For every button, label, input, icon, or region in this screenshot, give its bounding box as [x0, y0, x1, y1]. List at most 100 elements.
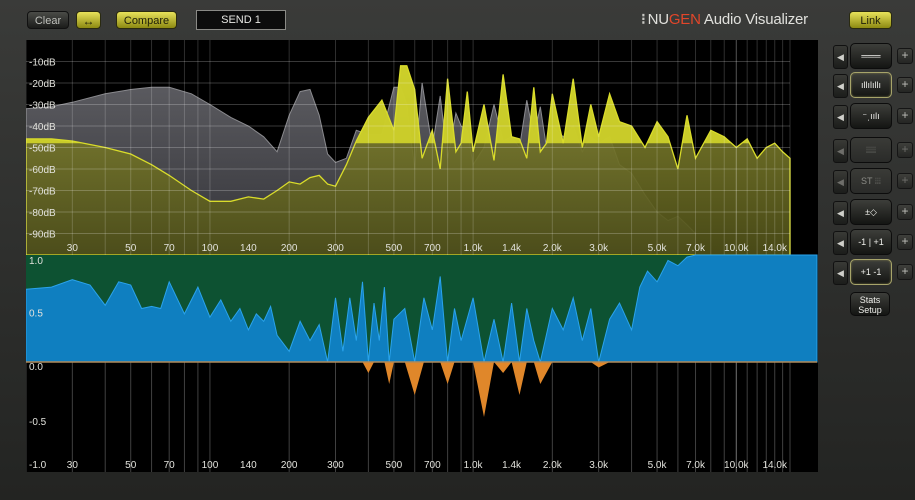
correlation-y-tick-label: 0.5 — [29, 309, 43, 320]
spectrum-y-tick-label: -80dB — [29, 208, 56, 219]
spectrum-x-tick-label: 50 — [125, 243, 137, 254]
stats-label: Stats — [859, 295, 881, 305]
correlation-x-tick-label: 3.0k — [589, 460, 609, 471]
app-logo: ⁝ NUGEN Audio Visualizer — [641, 10, 808, 28]
sidebar-row-vectorscope-mode: ◀ ±◇ + — [833, 199, 913, 225]
correlation-x-tick-label: 70 — [164, 460, 176, 471]
plus-icon[interactable]: + — [897, 204, 913, 220]
stereo-spectrogram-mode-button[interactable]: ST ⦙⦙⦙ — [850, 168, 892, 194]
swap-button[interactable]: ↔ — [76, 11, 101, 29]
correlation-x-tick-label: 1.0k — [464, 460, 484, 471]
correlation-x-tick-label: 2.0k — [543, 460, 563, 471]
diamond-icon: ±◇ — [865, 207, 877, 217]
level-bars-icon: ═══ — [861, 51, 881, 61]
spectrum-x-tick-label: 140 — [240, 243, 257, 254]
phase-spectrum-mode-button[interactable]: ⁻ˌıılı — [850, 103, 892, 129]
plus-icon[interactable]: + — [897, 234, 913, 250]
spectrum-x-tick-label: 300 — [327, 243, 344, 254]
sidebar-row-correlation-mode: ◀ -1 | +1 + — [833, 229, 913, 255]
logo-dots-icon: ⁝ — [641, 11, 646, 28]
spectrum-y-tick-label: -20dB — [29, 79, 56, 90]
spectrum-x-tick-label: 1.0k — [464, 243, 484, 254]
correlation-y-tick-label: 0.0 — [29, 362, 43, 373]
visualizer-display: -10dB -20dB -30dB -40dB -50dB -60dB -70dB -80dB… — [26, 40, 818, 472]
spectrum-y-tick-label: -70dB — [29, 187, 56, 198]
arrow-left-icon[interactable]: ◀ — [833, 139, 848, 163]
spectrum-correlation-chart: -10dB -20dB -30dB -40dB -50dB -60dB -70dB -80dB… — [26, 40, 818, 472]
spectrum-mode-button[interactable]: ıllılıllı — [850, 72, 892, 98]
correlation-x-tick-label: 10.0k — [724, 460, 749, 471]
plus-icon[interactable]: + — [897, 48, 913, 64]
sidebar-row-stereo-spectrogram-mode: ◀ ST ⦙⦙⦙ + — [833, 168, 913, 194]
arrow-left-icon[interactable]: ◀ — [833, 201, 848, 225]
plus-icon[interactable]: + — [897, 142, 913, 158]
sidebar-row-phase-spectrum-mode: ◀ ⁻ˌıılı + — [833, 103, 913, 129]
arrow-left-icon[interactable]: ◀ — [833, 45, 848, 69]
spectrum-x-tick-label: 100 — [202, 243, 219, 254]
clear-button[interactable]: Clear — [27, 11, 69, 29]
spectrum-x-tick-label: 7.0k — [686, 243, 706, 254]
correlation-y-tick-label: -1.0 — [29, 460, 47, 471]
sidebar-row-correlation-spectrum-mode: ◀ +1 -1 + — [833, 259, 913, 285]
spectrum-x-tick-label: 14.0k — [763, 243, 788, 254]
sidebar-row-levels-mode: ◀ ═══ + — [833, 43, 913, 69]
correlation-x-tick-label: 500 — [386, 460, 403, 471]
arrow-left-icon[interactable]: ◀ — [833, 74, 848, 98]
correlation-spectrum-icon: +1 -1 — [860, 267, 882, 277]
bipolar-spectrum-icon: ⁻ˌıılı — [862, 111, 880, 121]
swap-arrows-icon: ↔ — [82, 14, 95, 28]
correlation-x-tick-label: 50 — [125, 460, 137, 471]
correlation-x-tick-label: 1.4k — [502, 460, 522, 471]
spectrum-y-tick-label: -40dB — [29, 122, 56, 133]
spectrogram-icon: ⦙⦙⦙⦙⦙ — [865, 145, 877, 155]
setup-label: Setup — [858, 305, 882, 315]
correlation-y-tick-label: 1.0 — [29, 256, 43, 267]
plus-icon[interactable]: + — [897, 108, 913, 124]
spectrum-y-tick-label: -10dB — [29, 58, 56, 69]
correlation-x-tick-label: 14.0k — [763, 460, 788, 471]
channel-display[interactable]: SEND 1 — [196, 10, 286, 30]
spectrum-y-tick-label: -30dB — [29, 101, 56, 112]
correlation-x-tick-label: 100 — [202, 460, 219, 471]
levels-mode-button[interactable]: ═══ — [850, 43, 892, 69]
plus-icon[interactable]: + — [897, 173, 913, 189]
arrow-left-icon[interactable]: ◀ — [833, 231, 848, 255]
spectrum-x-tick-label: 30 — [67, 243, 79, 254]
spectrum-x-tick-label: 700 — [424, 243, 441, 254]
correlation-x-tick-label: 7.0k — [686, 460, 706, 471]
stats-setup-button[interactable]: Stats Setup — [850, 292, 890, 316]
correlation-meter-icon: -1 | +1 — [858, 237, 884, 247]
correlation-x-tick-label: 5.0k — [648, 460, 668, 471]
spectrum-x-tick-label: 70 — [164, 243, 176, 254]
sidebar-row-spectrum-mode: ◀ ıllılıllı + — [833, 72, 913, 98]
logo-accent: GEN — [668, 11, 701, 28]
logo-suffix: Audio Visualizer — [700, 11, 808, 28]
link-button[interactable]: Link — [849, 11, 892, 29]
arrow-left-icon[interactable]: ◀ — [833, 105, 848, 129]
correlation-x-tick-label: 140 — [240, 460, 257, 471]
spectrogram-mode-button[interactable]: ⦙⦙⦙⦙⦙ — [850, 137, 892, 163]
correlation-x-tick-label: 200 — [281, 460, 298, 471]
compare-button[interactable]: Compare — [116, 11, 177, 29]
correlation-mode-button[interactable]: -1 | +1 — [850, 229, 892, 255]
logo-prefix: NU — [647, 11, 669, 28]
correlation-negative-area — [26, 362, 790, 417]
sidebar-row-spectrogram-mode: ◀ ⦙⦙⦙⦙⦙ + — [833, 137, 913, 163]
vectorscope-mode-button[interactable]: ±◇ — [850, 199, 892, 225]
spectrum-x-tick-label: 5.0k — [648, 243, 668, 254]
spectrum-x-tick-label: 10.0k — [724, 243, 749, 254]
correlation-x-tick-label: 300 — [327, 460, 344, 471]
spectrum-y-tick-label: -60dB — [29, 165, 56, 176]
arrow-left-icon[interactable]: ◀ — [833, 261, 848, 285]
arrow-left-icon[interactable]: ◀ — [833, 170, 848, 194]
spectrum-y-tick-label: -90dB — [29, 230, 56, 241]
plus-icon[interactable]: + — [897, 264, 913, 280]
spectrum-x-tick-label: 1.4k — [502, 243, 522, 254]
correlation-spectrum-mode-button[interactable]: +1 -1 — [850, 259, 892, 285]
spectrum-x-tick-label: 500 — [386, 243, 403, 254]
spectrum-x-tick-label: 200 — [281, 243, 298, 254]
plus-icon[interactable]: + — [897, 77, 913, 93]
spectrum-y-tick-label: -50dB — [29, 144, 56, 155]
spectrum-x-tick-label: 2.0k — [543, 243, 563, 254]
stereo-spectrogram-icon: ST ⦙⦙⦙ — [861, 176, 881, 186]
